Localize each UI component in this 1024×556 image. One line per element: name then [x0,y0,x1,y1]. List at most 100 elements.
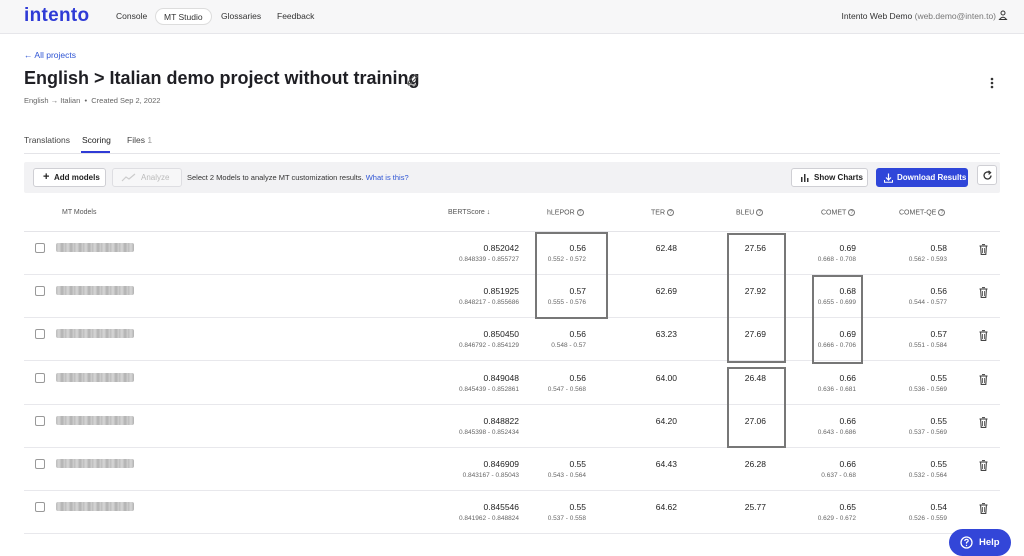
table-row: 0.845546 0.841962 - 0.848824 0.55 0.537 - 0… [24,491,1000,535]
info-icon[interactable]: ? [667,209,674,216]
highlight-box-comet [812,275,863,364]
col-ter[interactable]: TER? [651,209,674,216]
row-select-checkbox[interactable] [35,372,45,383]
comet-value: 0.66 [839,372,856,383]
info-icon[interactable]: ? [938,209,946,216]
bertscore-range: 0.848339 - 0.855727 [459,256,519,263]
bertscore-range: 0.841962 - 0.848824 [459,515,519,523]
tab-files[interactable]: Files 1 [127,135,152,145]
nav-mt-studio[interactable]: MT Studio [155,8,212,25]
col-comet-label: COMET [821,209,847,217]
comet-range: 0.668 - 0.708 [817,256,856,263]
row-select-checkbox[interactable] [35,286,45,297]
row-select-checkbox[interactable] [35,459,45,469]
col-mt-models: MT Models [62,209,97,216]
nav-glossaries[interactable]: Glossaries [221,11,261,21]
add-models-button[interactable]: + Add models [33,168,106,187]
delete-trash-icon[interactable] [979,416,988,428]
info-icon[interactable]: ? [756,209,764,216]
project-title: English > Italian demo project without t… [24,68,420,88]
ter-value: 63.23 [655,329,677,340]
tab-translations[interactable]: Translations [24,135,70,145]
bertscore-value: 0.850450 [483,329,519,340]
ter-value: 64.43 [655,459,677,469]
what-is-this-link[interactable]: What is this? [366,173,409,182]
col-bleu-label: BLEU [736,209,755,217]
model-name-redacted [56,243,134,252]
user-email: (web.demo@inten.to) [914,11,996,21]
delete-trash-icon[interactable] [979,373,988,385]
comet-value: 0.66 [839,415,856,426]
hlepor-value: 0.55 [569,502,586,513]
hlepor-range: 0.543 - 0.564 [547,472,586,479]
user-icon[interactable] [998,10,1008,20]
question-icon [960,536,973,549]
delete-trash-icon[interactable] [979,503,988,515]
row-select-checkbox[interactable] [35,415,45,426]
col-comet-qe[interactable]: COMET-QE? [899,209,946,217]
delete-trash-icon[interactable] [979,244,988,255]
row-select-checkbox[interactable] [35,243,45,253]
hint-text: Select 2 Models to analyze MT customizat… [187,173,364,182]
add-models-label: Add models [54,173,100,182]
row-select-checkbox[interactable] [35,502,45,513]
col-ter-label: TER [651,209,665,217]
info-icon[interactable]: ? [576,209,584,216]
more-options-icon[interactable] [986,75,998,91]
delete-trash-icon[interactable] [979,460,988,471]
tab-files-label: Files [127,135,145,145]
bleu-value: 25.77 [744,502,766,513]
analyze-button[interactable]: Analyze [112,168,182,187]
top-navigation-bar: intento Console MT Studio Glossaries Fee… [0,0,1024,34]
plus-icon: + [43,171,50,183]
info-icon[interactable]: ? [848,209,856,216]
edit-pencil-icon[interactable] [406,73,419,86]
bertscore-value: 0.845546 [483,502,519,513]
user-account[interactable]: Intento Web Demo (web.demo@inten.to) [842,11,996,21]
download-results-button[interactable]: Download Results [876,168,968,187]
comet-qe-value: 0.55 [930,459,947,469]
model-name-redacted [56,415,134,425]
col-bleu[interactable]: BLEU? [736,209,764,217]
bertscore-value: 0.852042 [483,243,519,253]
table-row: 0.852042 0.848339 - 0.855727 0.56 0.552 - 0… [24,232,1000,275]
bertscore-range: 0.843167 - 0.85043 [462,472,519,479]
highlight-box-bleu-bottom [727,367,786,448]
scoring-toolbar: + Add models Analyze Select 2 Models to … [24,162,1000,193]
delete-trash-icon[interactable] [979,330,988,342]
nav-console[interactable]: Console [116,11,147,21]
col-bertscore[interactable]: BERTScore ↓ [448,209,490,216]
bertscore-range: 0.848217 - 0.855686 [459,299,519,307]
intento-logo[interactable]: intento [24,5,89,27]
delete-trash-icon[interactable] [979,287,988,299]
row-select-checkbox[interactable] [35,329,45,340]
back-to-projects-link[interactable]: ← All projects [24,50,76,60]
help-button[interactable]: Help [949,529,1011,556]
model-name-redacted [56,329,134,339]
ter-value: 64.00 [655,372,677,383]
col-hlepor[interactable]: hLEPOR? [547,209,584,216]
comet-qe-range: 0.532 - 0.564 [908,472,947,479]
col-comet-qe-label: COMET-QE [899,209,937,217]
comet-qe-range: 0.526 - 0.559 [908,515,947,523]
hlepor-value: 0.56 [569,372,586,383]
comet-range: 0.637 - 0.68 [821,472,856,479]
bertscore-value: 0.848822 [483,415,519,426]
highlight-box-bleu-top [727,233,786,363]
col-comet[interactable]: COMET? [821,209,856,217]
table-row: 0.849048 0.845439 - 0.852861 0.56 0.547 - 0… [24,362,1000,405]
project-subtitle: English → Italian • Created Sep 2, 2022 [24,96,161,105]
hlepor-value: 0.56 [569,329,586,340]
model-name-redacted [56,286,134,296]
tab-scoring[interactable]: Scoring [82,135,111,145]
hlepor-range: 0.547 - 0.568 [547,385,586,393]
refresh-button[interactable] [977,165,997,185]
nav-feedback[interactable]: Feedback [277,11,314,21]
comet-qe-value: 0.55 [930,415,947,426]
show-charts-button[interactable]: Show Charts [791,168,868,187]
comet-value: 0.66 [839,459,856,469]
table-row: 0.848822 0.845398 - 0.852434 64.20 27.06 0.6… [24,405,1000,448]
comet-range: 0.629 - 0.672 [817,515,856,523]
analyze-label: Analyze [141,173,170,182]
hlepor-range: 0.548 - 0.57 [551,342,586,350]
